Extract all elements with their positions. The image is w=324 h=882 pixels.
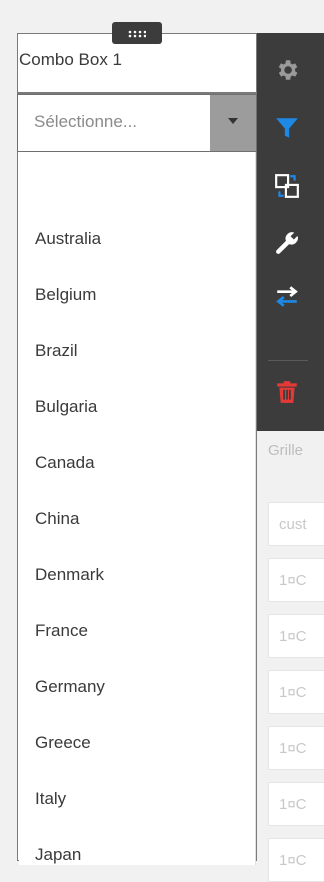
filter-button[interactable] (256, 105, 316, 149)
dropdown-item-italy[interactable]: Italy (35, 771, 66, 827)
widget-title: Combo Box 1 (19, 50, 122, 69)
settings-button[interactable] (256, 47, 316, 91)
grip-dots-icon (128, 30, 146, 38)
dropdown-item-france[interactable]: France (35, 603, 88, 659)
caret-down-icon (228, 118, 238, 124)
wrench-button[interactable] (256, 219, 316, 263)
filter-icon (276, 118, 298, 138)
drag-handle[interactable] (112, 22, 162, 44)
dropdown-item-australia[interactable]: Australia (35, 211, 101, 267)
dropdown-item-belgium[interactable]: Belgium (35, 267, 96, 323)
dropdown-item-canada[interactable]: Canada (35, 435, 95, 491)
dropdown-item-brazil[interactable]: Brazil (35, 323, 78, 379)
grid-cell: 1¤C (268, 726, 324, 770)
grid-cell: 1¤C (268, 670, 324, 714)
wrench-icon (276, 232, 298, 254)
grid-cell: 1¤C (268, 614, 324, 658)
dropdown-item-greece[interactable]: Greece (35, 715, 91, 771)
combo-box-dropdown-list: Australia Belgium Brazil Bulgaria Canada… (19, 152, 255, 865)
grid-cell: 1¤C (268, 558, 324, 602)
combo-box-placeholder: Sélectionne... (34, 112, 138, 131)
dropdown-item-japan[interactable]: Japan (35, 827, 81, 865)
grid-column-header: cust (268, 502, 324, 546)
delete-button[interactable] (256, 369, 316, 413)
toolbar-divider (268, 360, 308, 361)
trash-icon (277, 381, 297, 403)
convert-icon (275, 174, 299, 198)
gear-icon (278, 60, 298, 80)
grid-cell: 1¤C (268, 782, 324, 826)
combo-box-input[interactable]: Sélectionne... (17, 94, 257, 152)
grid-cell: 1¤C (268, 838, 324, 882)
dropdown-item-bulgaria[interactable]: Bulgaria (35, 379, 97, 435)
widget-toolbar (256, 33, 324, 431)
dropdown-item-china[interactable]: China (35, 491, 79, 547)
background-grid: Grille cust 1¤C 1¤C 1¤C 1¤C 1¤C 1¤C (256, 430, 324, 882)
convert-button[interactable] (256, 163, 316, 207)
dropdown-item-germany[interactable]: Germany (35, 659, 105, 715)
swap-button[interactable] (256, 273, 316, 317)
swap-arrows-icon (276, 286, 298, 307)
dropdown-item-denmark[interactable]: Denmark (35, 547, 104, 603)
combo-box-toggle-button[interactable] (210, 95, 256, 151)
grid-title: Grille (268, 442, 304, 459)
